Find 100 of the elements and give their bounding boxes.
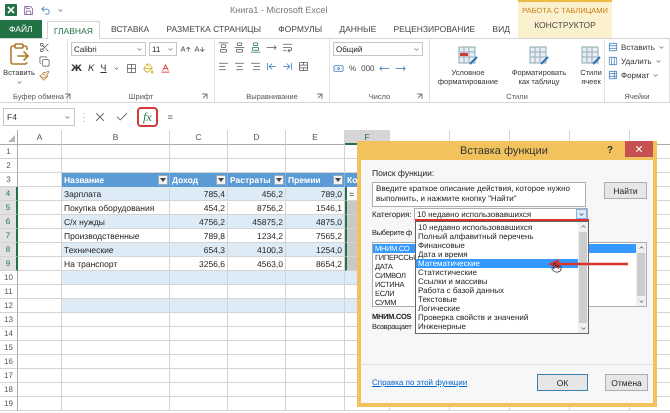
table-cell[interactable] (286, 145, 345, 159)
table-cell[interactable] (170, 145, 228, 159)
dialog-launcher-icon[interactable] (201, 92, 208, 100)
table-cell[interactable] (18, 285, 62, 299)
table-cell[interactable] (170, 285, 228, 299)
dialog-launcher-icon[interactable] (316, 92, 323, 100)
table-cell[interactable]: 454,2 (170, 201, 228, 215)
table-cell[interactable]: 4756,2 (170, 215, 228, 229)
table-cell[interactable] (62, 159, 170, 173)
row-header[interactable]: 13 (0, 313, 18, 327)
table-cell[interactable] (286, 369, 345, 383)
table-cell[interactable] (62, 145, 170, 159)
table-cell[interactable]: 8654,2 (286, 257, 345, 271)
align-center-icon[interactable] (234, 61, 245, 72)
help-button[interactable]: ? (606, 145, 613, 156)
table-cell[interactable] (228, 341, 286, 355)
table-cell[interactable] (228, 313, 286, 327)
ribbon-tab[interactable]: ДАННЫЕ (333, 20, 382, 38)
table-cell[interactable]: 789,0 (286, 187, 345, 201)
table-cell[interactable] (286, 355, 345, 369)
row-header[interactable]: 10 (0, 271, 18, 285)
table-cell[interactable] (228, 271, 286, 285)
row-header[interactable]: 15 (0, 341, 18, 355)
scroll-thumb[interactable] (579, 232, 587, 323)
table-cell[interactable]: 1546,1 (286, 201, 345, 215)
table-cell[interactable]: 1234,2 (228, 229, 286, 243)
excel-logo-icon[interactable] (5, 4, 17, 16)
table-cell[interactable] (286, 313, 345, 327)
ribbon-tab[interactable]: ФАЙЛ (0, 20, 42, 38)
column-header[interactable]: C (170, 130, 228, 145)
dropdown-option[interactable]: Текстовые (416, 295, 578, 304)
table-cell[interactable] (286, 285, 345, 299)
table-cell[interactable] (18, 173, 62, 187)
cells-button[interactable]: Удалить (608, 56, 662, 66)
cancel-icon[interactable] (93, 110, 107, 124)
name-box[interactable]: F4 (3, 108, 75, 126)
dropdown-option[interactable]: Дата и время (416, 250, 578, 259)
table-cell[interactable] (18, 271, 62, 285)
ribbon-tab[interactable]: ФОРМУЛЫ (272, 20, 328, 38)
filter-button[interactable] (333, 175, 343, 185)
merge-icon[interactable] (298, 61, 309, 72)
table-cell[interactable]: 45875,2 (228, 215, 286, 229)
scroll-down-icon[interactable] (638, 298, 644, 305)
table-cell[interactable]: 4563,0 (228, 257, 286, 271)
table-cell[interactable]: 785,4 (170, 187, 228, 201)
align-bottom-icon[interactable] (250, 42, 261, 53)
table-cell[interactable]: 789,8 (170, 229, 228, 243)
font-color-icon[interactable] (160, 63, 171, 74)
dropdown-option[interactable]: Логические (416, 304, 578, 313)
row-header[interactable]: 9 (0, 257, 18, 271)
table-cell[interactable] (170, 369, 228, 383)
fill-color-icon[interactable] (142, 63, 154, 74)
row-header[interactable]: 16 (0, 355, 18, 369)
shrink-font-icon[interactable] (194, 44, 205, 54)
scroll-up-icon[interactable] (580, 223, 586, 230)
formula-field[interactable]: = (166, 108, 667, 126)
table-cell[interactable] (18, 355, 62, 369)
row-header[interactable]: 17 (0, 369, 18, 383)
table-cell[interactable] (228, 397, 286, 411)
copy-icon[interactable] (39, 56, 50, 67)
column-header[interactable]: E (286, 130, 345, 145)
table-cell[interactable]: 8756,2 (228, 201, 286, 215)
close-button[interactable] (625, 141, 653, 157)
font-style-button[interactable]: Ч (100, 64, 107, 74)
table-cell[interactable] (286, 341, 345, 355)
table-cell[interactable] (286, 327, 345, 341)
ok-button[interactable]: ОК (537, 374, 588, 391)
dropdown-option[interactable]: Полный алфавитный перечень (416, 232, 578, 241)
table-cell[interactable] (18, 243, 62, 257)
paste-icon[interactable] (7, 42, 31, 66)
row-header[interactable]: 18 (0, 383, 18, 397)
table-cell[interactable] (170, 397, 228, 411)
table-cell[interactable] (18, 145, 62, 159)
table-cell[interactable] (18, 341, 62, 355)
font-name-field[interactable]: Calibri (71, 42, 146, 56)
ribbon-tab[interactable]: ВСТАВКА (105, 20, 156, 38)
font-size-field[interactable]: 11 (149, 42, 177, 56)
wrap-text-icon[interactable] (282, 42, 293, 53)
table-cell[interactable] (18, 369, 62, 383)
ribbon-tab[interactable]: ГЛАВНАЯ (46, 21, 100, 39)
table-format-icon[interactable] (529, 46, 549, 66)
table-cell[interactable] (62, 355, 170, 369)
dialog-launcher-icon[interactable] (416, 92, 423, 100)
table-cell[interactable]: 7565,2 (286, 229, 345, 243)
ribbon-tab[interactable]: КОНСТРУКТОР (518, 20, 612, 30)
table-cell[interactable] (18, 299, 62, 313)
table-cell[interactable]: Производственные (62, 229, 170, 243)
column-header[interactable]: A (18, 130, 62, 145)
table-cell[interactable] (62, 285, 170, 299)
font-style-button[interactable]: Ж (71, 64, 82, 74)
table-cell[interactable]: Технические (62, 243, 170, 257)
scroll-up-icon[interactable] (638, 244, 644, 251)
row-header[interactable]: 2 (0, 159, 18, 173)
table-cell[interactable] (62, 271, 170, 285)
table-cell[interactable] (228, 159, 286, 173)
table-cell[interactable] (18, 159, 62, 173)
row-header[interactable]: 4 (0, 187, 18, 201)
table-cell[interactable]: На транспорт (62, 257, 170, 271)
dialog-launcher-icon[interactable] (64, 92, 71, 100)
table-cell[interactable] (170, 313, 228, 327)
